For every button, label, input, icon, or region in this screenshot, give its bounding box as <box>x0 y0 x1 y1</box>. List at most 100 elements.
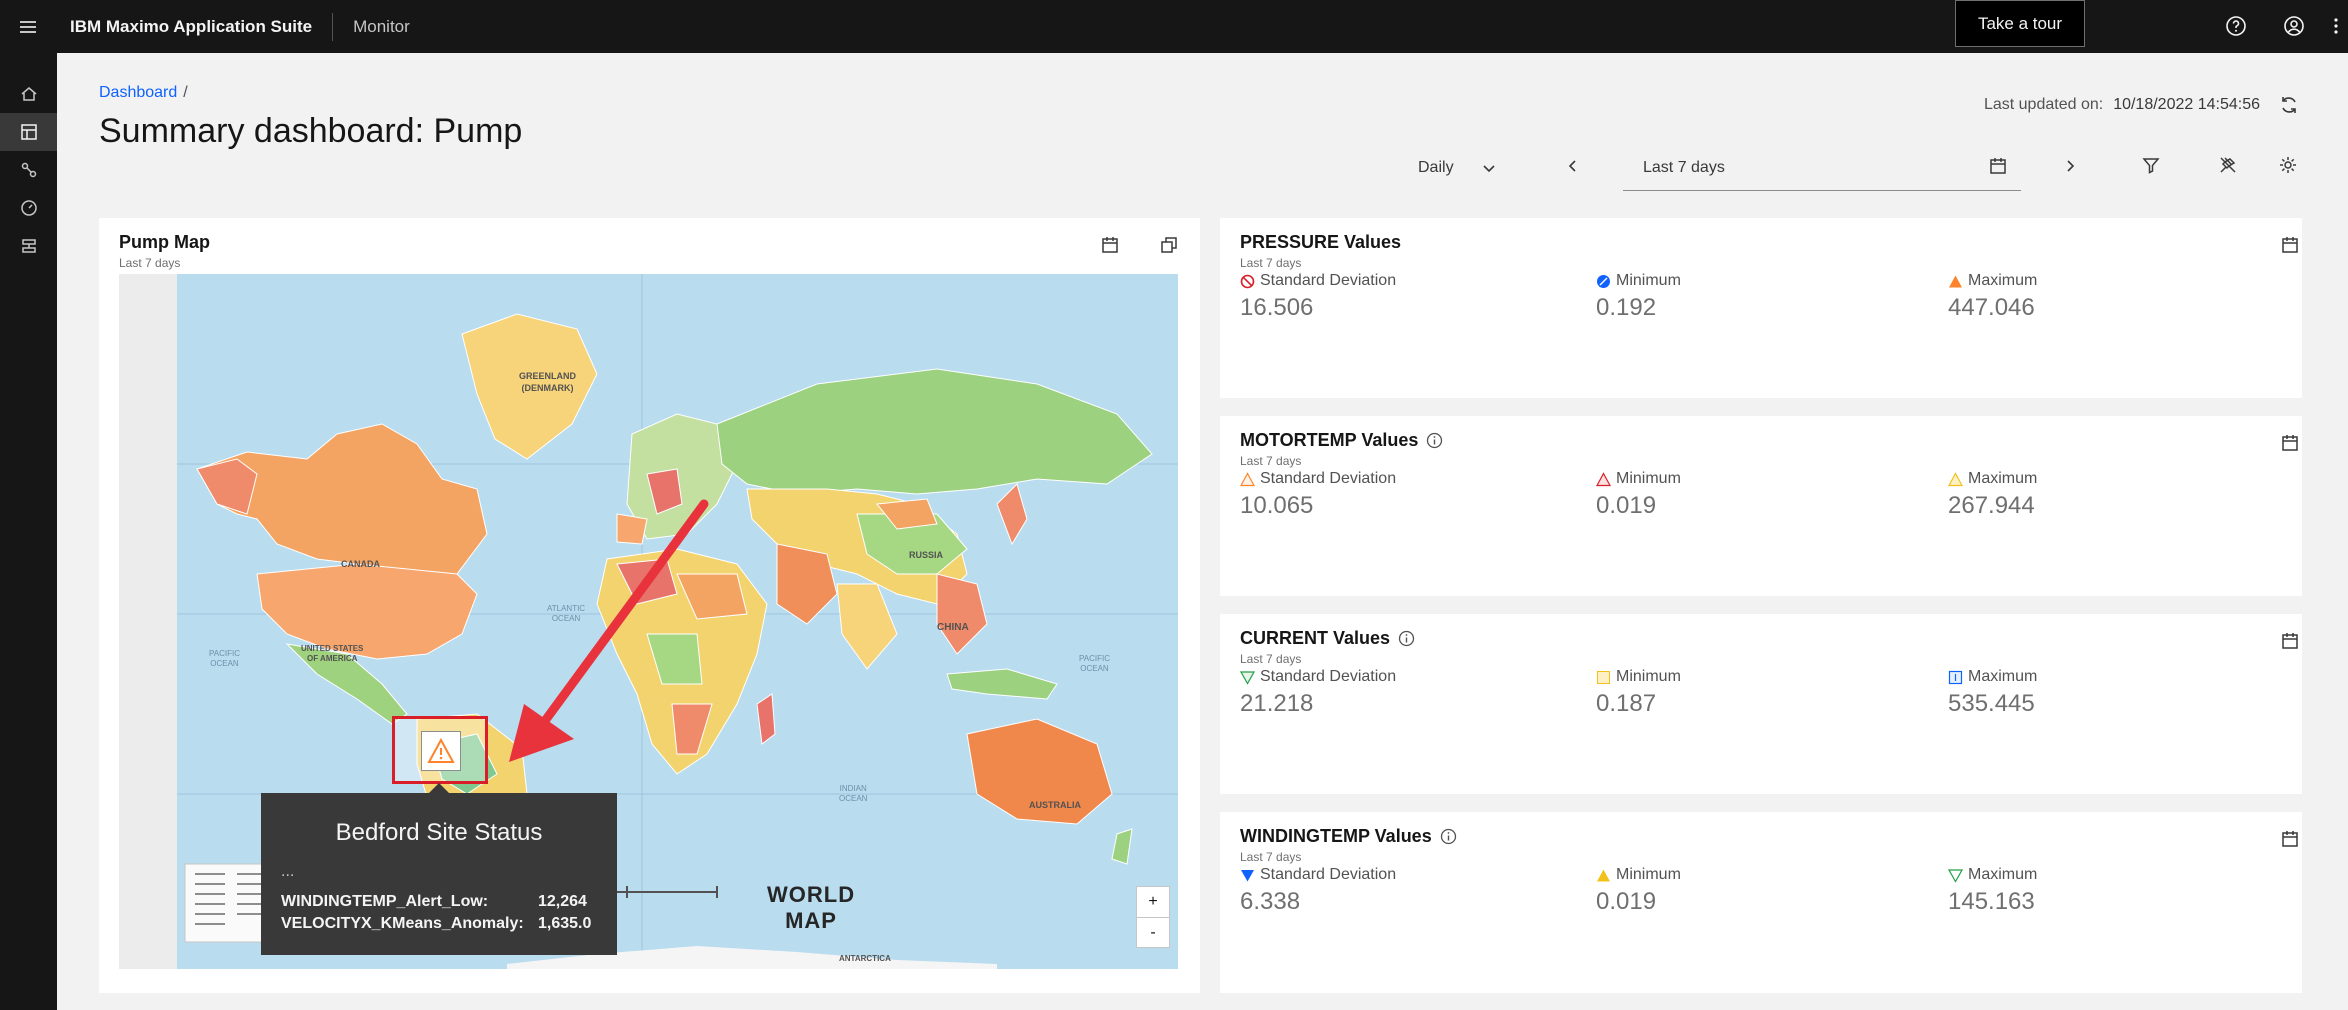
metric-label: Minimum <box>1596 470 1681 488</box>
indian-ocean-label: INDIAN OCEAN <box>839 784 867 804</box>
canada-label: CANADA <box>341 559 380 569</box>
filter-icon[interactable] <box>2138 152 2164 178</box>
north-pacific-label-line2: OCEAN <box>210 659 239 668</box>
tooltip-row: VELOCITYX_KMeans_Anomaly: 1,635.0 <box>281 915 617 933</box>
usa-label-line2: OF AMERICA <box>307 654 358 663</box>
east-pacific-label: PACIFIC OCEAN <box>1079 654 1110 674</box>
metric-label: Standard Deviation <box>1240 272 1396 290</box>
map-card-subtitle: Last 7 days <box>119 256 181 270</box>
calendar-icon[interactable] <box>1101 236 1119 254</box>
antarctica-label: ANTARCTICA <box>839 954 891 963</box>
metric-label-text: Minimum <box>1616 668 1681 685</box>
take-tour-button[interactable]: Take a tour <box>1955 0 2085 47</box>
info-icon[interactable] <box>1440 828 1457 845</box>
metric-standard-deviation: Standard Deviation 21.218 <box>1240 668 1396 718</box>
calendar-icon[interactable] <box>2281 830 2299 848</box>
greenland-label-line1: GREENLAND <box>519 371 577 381</box>
metric-label-text: Maximum <box>1968 668 2038 685</box>
metric-value: 0.019 <box>1596 492 1657 519</box>
expand-icon[interactable] <box>1160 236 1178 254</box>
blue-circle-icon <box>1597 274 1610 288</box>
card-subtitle: Last 7 days <box>1240 256 1302 270</box>
home-icon[interactable] <box>0 75 57 113</box>
menu-icon[interactable] <box>0 0 56 53</box>
zoom-in-button[interactable]: + <box>1137 887 1169 917</box>
yellow-triangle-outline-icon <box>1948 471 1963 486</box>
blue-triangle-down-icon <box>1241 869 1254 881</box>
windingtemp-values-card: WINDINGTEMP Values Last 7 days Standard … <box>1220 812 2302 993</box>
metric-minimum: Minimum 0.019 <box>1596 470 1681 520</box>
app-name: Monitor <box>353 16 410 36</box>
metric-label: Maximum <box>1948 272 2037 290</box>
setup-icon[interactable] <box>0 227 57 265</box>
brand-name[interactable]: IBM Maximo Application Suite <box>56 17 332 37</box>
card-title-text: PRESSURE Values <box>1240 232 1402 252</box>
dashboard-icon[interactable] <box>0 113 57 151</box>
orange-triangle-icon <box>1949 275 1962 287</box>
metric-label-text: Standard Deviation <box>1260 272 1397 289</box>
previous-range-button[interactable] <box>1559 152 1587 180</box>
card-subtitle: Last 7 days <box>1240 652 1302 666</box>
world-map-title-line1: WORLD <box>767 882 856 907</box>
site-alert-marker[interactable] <box>421 731 461 771</box>
unpin-icon[interactable] <box>2215 152 2241 178</box>
calendar-icon[interactable] <box>2281 236 2299 254</box>
calendar-icon[interactable] <box>2281 632 2299 650</box>
interval-dropdown[interactable]: Daily <box>1400 148 1510 188</box>
date-range-picker[interactable]: Last 7 days <box>1623 145 2021 191</box>
metric-value: 0.192 <box>1596 294 1657 321</box>
red-arrow-annotation <box>509 499 709 762</box>
world-map-title-line2: MAP <box>785 908 837 933</box>
metric-value: 447.046 <box>1948 294 2035 321</box>
page-title: Summary dashboard: Pump <box>99 112 523 150</box>
yellow-triangle-icon <box>1597 869 1610 881</box>
user-avatar-icon[interactable] <box>2280 12 2308 40</box>
last-updated-label: Last updated on: <box>1983 96 2104 113</box>
metric-value: 267.944 <box>1948 492 2035 519</box>
card-title: WINDINGTEMP Values <box>1240 826 1457 847</box>
next-range-button[interactable] <box>2056 152 2084 180</box>
breadcrumb-dashboard-link[interactable]: Dashboard <box>99 84 177 101</box>
interval-value: Daily <box>1418 159 1454 176</box>
calendar-icon[interactable] <box>2281 434 2299 452</box>
chevron-down-icon <box>1483 165 1495 173</box>
world-map-title: WORLD MAP <box>767 882 855 934</box>
info-icon[interactable] <box>1426 432 1443 449</box>
tooltip-key: WINDINGTEMP_Alert_Low: <box>281 893 489 910</box>
zoom-out-button[interactable]: - <box>1137 917 1169 947</box>
metric-label-text: Standard Deviation <box>1260 866 1397 883</box>
card-title: MOTORTEMP Values <box>1240 430 1443 451</box>
metric-value: 10.065 <box>1240 492 1314 519</box>
warning-icon <box>427 737 455 763</box>
help-icon[interactable] <box>2222 12 2250 40</box>
tooltip-value: 12,264 <box>538 893 587 910</box>
tooltip-caret <box>429 783 449 793</box>
side-navigation <box>0 53 57 1010</box>
metric-label: Minimum <box>1596 866 1681 884</box>
refresh-icon[interactable] <box>2278 94 2300 116</box>
breadcrumb: Dashboard / <box>99 84 188 102</box>
metric-value: 535.445 <box>1948 690 2035 717</box>
pump-map-card: Pump Map Last 7 days GREENLAND (DENMARK)… <box>99 218 1200 993</box>
greenland-label: GREENLAND (DENMARK) <box>519 370 576 394</box>
devices-icon[interactable] <box>0 151 57 189</box>
indian-ocean-label-line1: INDIAN <box>839 784 867 793</box>
info-icon[interactable] <box>1398 630 1415 647</box>
metric-value: 16.506 <box>1240 294 1314 321</box>
breadcrumb-separator: / <box>183 84 188 101</box>
prohibited-icon <box>1240 274 1255 288</box>
card-title-text: MOTORTEMP Values <box>1240 430 1419 450</box>
metric-label: Minimum <box>1596 668 1681 686</box>
card-subtitle: Last 7 days <box>1240 850 1302 864</box>
monitor-icon[interactable] <box>0 189 57 227</box>
metric-standard-deviation: Standard Deviation 16.506 <box>1240 272 1396 322</box>
metric-maximum: Maximum 145.163 <box>1948 866 2037 916</box>
metric-label: Standard Deviation <box>1240 866 1396 884</box>
tooltip-title: Bedford Site Status <box>335 819 543 846</box>
motortemp-values-card: MOTORTEMP Values Last 7 days Standard De… <box>1220 416 2302 596</box>
settings-icon[interactable] <box>2275 152 2301 178</box>
card-title-text: WINDINGTEMP Values <box>1240 826 1432 846</box>
calendar-icon <box>1990 158 2006 174</box>
metric-maximum: Maximum 447.046 <box>1948 272 2037 322</box>
overflow-menu-icon[interactable] <box>2326 12 2346 40</box>
